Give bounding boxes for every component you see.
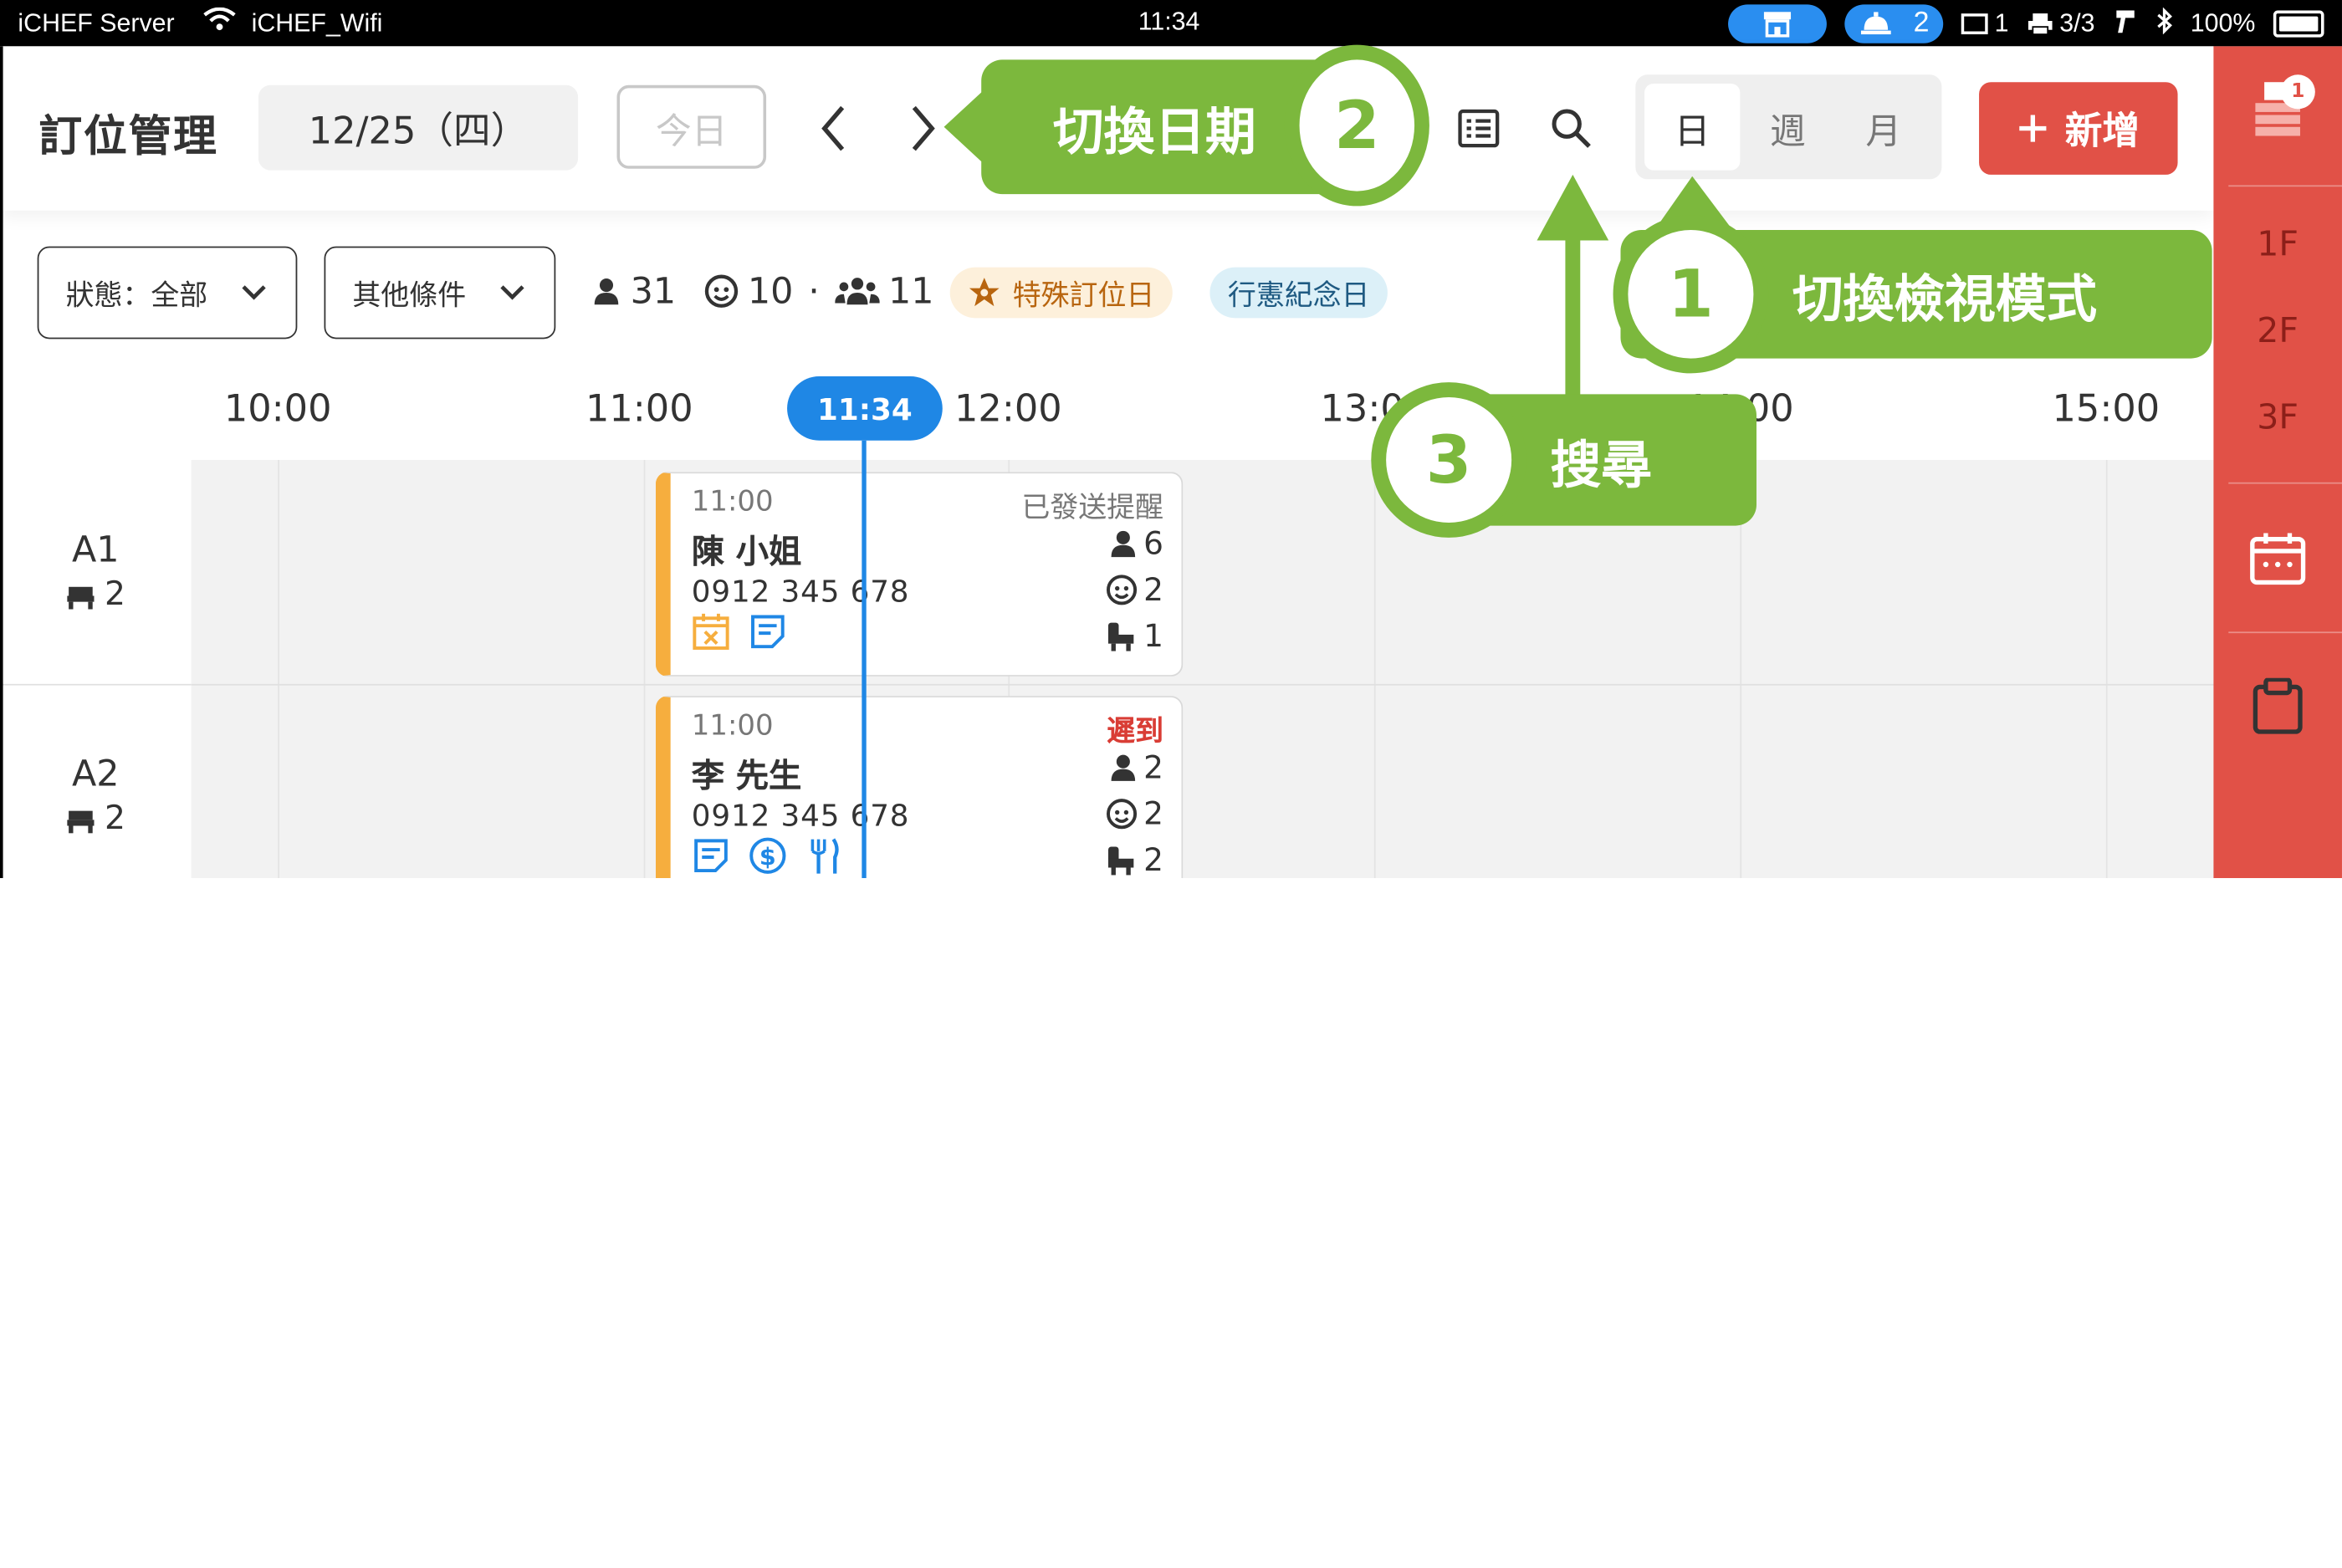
status-bar: iCHEF Server iCHEF_Wifi 11:34 2 1 3/3 10… <box>0 0 2342 47</box>
store-icon <box>1728 4 1828 43</box>
wifi-icon <box>202 7 243 38</box>
floor-1f-tab[interactable]: 1F <box>2213 226 2342 264</box>
clock: 11:34 <box>1138 7 1200 36</box>
bell-pill: 2 <box>1845 4 1944 43</box>
callout-number-1: 1 <box>1613 215 1769 374</box>
callout-number-3: 3 <box>1371 382 1526 538</box>
floor-3f-tab[interactable]: 3F <box>2213 399 2342 437</box>
callout-number-2: 2 <box>1284 44 1429 207</box>
calendar-icon <box>2250 533 2306 585</box>
service-bell-icon <box>1861 12 1891 35</box>
server-name: iCHEF Server <box>18 8 175 38</box>
callout-arrow-up-shape <box>1537 174 1609 399</box>
wifi-name: iCHEF_Wifi <box>251 8 383 38</box>
clipboard-icon <box>2253 677 2303 734</box>
floor-2f-tab[interactable]: 2F <box>2213 312 2342 350</box>
battery-icon <box>2273 10 2324 38</box>
calendar-button[interactable] <box>2249 532 2306 591</box>
drawer-icon <box>2113 7 2137 41</box>
tablet-count: 1 <box>1994 8 2009 38</box>
clipboard-button[interactable] <box>2253 677 2304 741</box>
bell-count: 2 <box>1913 7 1930 39</box>
tablet-icon <box>1961 13 1989 35</box>
battery-level: 100% <box>2190 8 2256 38</box>
right-sidebar: 1F 2F 3F <box>2213 46 2342 878</box>
notification-badge: 1 <box>2280 74 2315 110</box>
printer-icon <box>2028 13 2053 35</box>
printer-count: 3/3 <box>2059 8 2095 38</box>
bluetooth-icon <box>2155 6 2172 41</box>
